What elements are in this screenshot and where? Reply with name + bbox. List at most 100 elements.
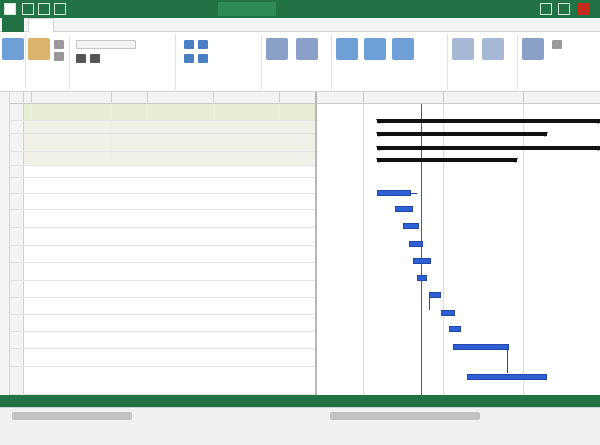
- task-bar[interactable]: [441, 310, 455, 316]
- summary-bar[interactable]: [376, 132, 548, 137]
- tab-resource[interactable]: [58, 18, 84, 32]
- tab-report[interactable]: [88, 18, 114, 32]
- tab-view[interactable]: [148, 18, 174, 32]
- timescale-tick: [363, 92, 364, 104]
- tab-task[interactable]: [28, 18, 54, 32]
- table-row[interactable]: [10, 298, 315, 315]
- table-scroll-thumb[interactable]: [12, 412, 132, 420]
- horizontal-scrollbar[interactable]: [0, 407, 600, 445]
- column-header-predecessors[interactable]: [280, 92, 315, 104]
- table-row[interactable]: [10, 210, 315, 228]
- column-header-finish[interactable]: [214, 92, 280, 104]
- task-name-cell[interactable]: [32, 152, 112, 165]
- milestone-icon[interactable]: [392, 38, 414, 60]
- tasks-group: [262, 34, 332, 90]
- summary-bar[interactable]: [376, 158, 518, 163]
- table-row[interactable]: [10, 178, 315, 194]
- summary-bar[interactable]: [376, 146, 600, 151]
- sheet-area: [0, 92, 600, 395]
- ribbon-tabs: [0, 18, 600, 32]
- gantt-chart[interactable]: [317, 92, 600, 395]
- undo-icon[interactable]: [38, 3, 50, 15]
- table-row[interactable]: [10, 246, 315, 263]
- tab-team[interactable]: [178, 18, 204, 32]
- table-row[interactable]: [10, 152, 315, 166]
- task-bar[interactable]: [449, 326, 461, 332]
- task-name-cell[interactable]: [32, 121, 112, 133]
- column-header-task-name[interactable]: [32, 92, 112, 104]
- indent-icon[interactable]: [184, 54, 194, 63]
- table-row[interactable]: [10, 194, 315, 210]
- italic-icon[interactable]: [90, 54, 100, 63]
- auto-schedule-icon[interactable]: [296, 38, 318, 60]
- cut-icon[interactable]: [54, 40, 64, 49]
- properties-group: [448, 34, 518, 90]
- gantt-scroll-thumb[interactable]: [330, 412, 480, 420]
- column-header-start[interactable]: [148, 92, 214, 104]
- row-number: [10, 134, 24, 151]
- finish-cell[interactable]: [214, 104, 280, 120]
- table-row[interactable]: [10, 166, 315, 178]
- paste-icon[interactable]: [28, 38, 50, 60]
- scroll-to-task-icon[interactable]: [522, 38, 544, 60]
- tab-format[interactable]: [218, 18, 248, 32]
- minimize-icon[interactable]: [540, 3, 552, 15]
- timescale-header: [317, 92, 600, 104]
- task-name-cell[interactable]: [32, 134, 112, 151]
- start-cell[interactable]: [148, 104, 214, 120]
- table-row[interactable]: [10, 281, 315, 298]
- gridline: [363, 104, 364, 395]
- task-bar[interactable]: [377, 190, 411, 196]
- maximize-icon[interactable]: [558, 3, 570, 15]
- unlink-icon[interactable]: [198, 40, 208, 49]
- table-row[interactable]: [10, 134, 315, 152]
- task-bar[interactable]: [403, 223, 419, 229]
- table-row[interactable]: [10, 349, 315, 367]
- task-bar[interactable]: [417, 275, 427, 281]
- task-icon[interactable]: [336, 38, 358, 60]
- task-mode-icon[interactable]: [266, 38, 288, 60]
- summary-bar[interactable]: [376, 119, 600, 124]
- task-name-cell[interactable]: [32, 104, 112, 120]
- task-bar[interactable]: [413, 258, 431, 264]
- task-bar[interactable]: [409, 241, 423, 247]
- app-icon[interactable]: [4, 3, 16, 15]
- column-header-indicator[interactable]: [24, 92, 32, 104]
- save-icon[interactable]: [22, 3, 34, 15]
- outdent-icon[interactable]: [198, 54, 208, 63]
- information-icon[interactable]: [452, 38, 474, 60]
- row-number: [10, 194, 24, 209]
- tab-project[interactable]: [118, 18, 144, 32]
- table-row[interactable]: [10, 121, 315, 134]
- table-row[interactable]: [10, 367, 315, 395]
- table-header: [10, 92, 315, 104]
- row-number: [10, 315, 24, 331]
- table-row[interactable]: [10, 104, 315, 121]
- dependency-link: [411, 193, 417, 194]
- task-bar[interactable]: [395, 206, 413, 212]
- notes-icon[interactable]: [482, 38, 504, 60]
- find-icon[interactable]: [552, 40, 562, 49]
- bold-icon[interactable]: [76, 54, 86, 63]
- task-bar[interactable]: [467, 374, 547, 380]
- table-row[interactable]: [10, 263, 315, 281]
- status-bar: [0, 395, 600, 407]
- task-bar[interactable]: [429, 292, 441, 298]
- column-header-id[interactable]: [10, 92, 24, 104]
- copy-icon[interactable]: [54, 52, 64, 61]
- table-row[interactable]: [10, 228, 315, 246]
- link-icon[interactable]: [184, 40, 194, 49]
- redo-icon[interactable]: [54, 3, 66, 15]
- summary-icon[interactable]: [364, 38, 386, 60]
- gantt-chart-icon[interactable]: [2, 38, 24, 60]
- close-icon[interactable]: [578, 3, 590, 15]
- table-row[interactable]: [10, 332, 315, 349]
- tab-file[interactable]: [2, 18, 24, 32]
- table-row[interactable]: [10, 315, 315, 332]
- task-bar[interactable]: [453, 344, 509, 350]
- dependency-link: [429, 296, 430, 310]
- column-header-duration[interactable]: [112, 92, 148, 104]
- duration-cell[interactable]: [112, 104, 148, 120]
- font-selector[interactable]: [76, 40, 136, 49]
- task-table[interactable]: [10, 92, 317, 395]
